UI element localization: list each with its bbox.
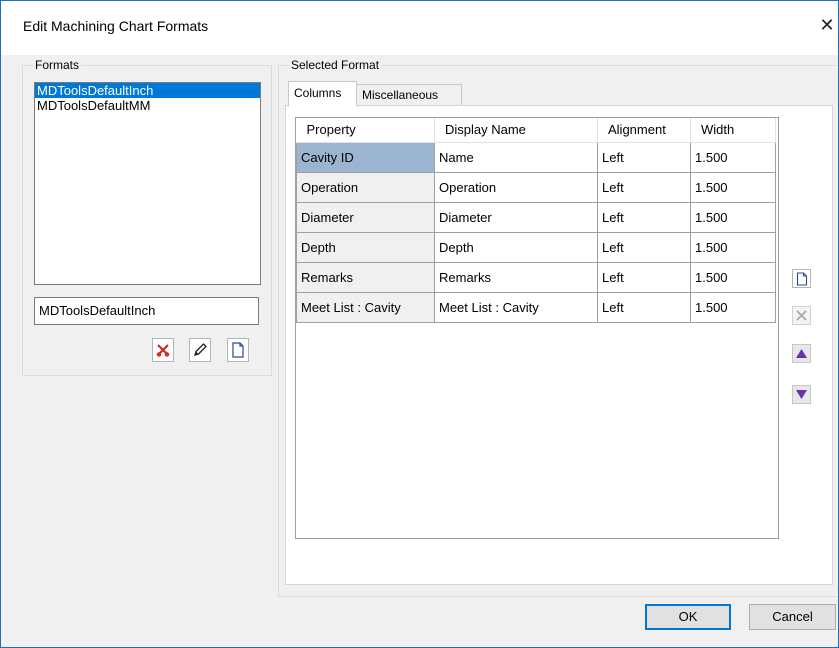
list-item[interactable]: MDToolsDefaultMM xyxy=(35,98,260,113)
edit-pencil-icon xyxy=(194,343,207,356)
ok-button[interactable]: OK xyxy=(645,604,731,630)
cell-property[interactable]: Remarks xyxy=(296,261,435,293)
cancel-button[interactable]: Cancel xyxy=(749,604,836,630)
cell-display-name[interactable]: Depth xyxy=(434,231,598,263)
column-header-display-name[interactable]: Display Name xyxy=(434,118,598,143)
column-header-alignment[interactable]: Alignment xyxy=(597,118,691,143)
move-down-button[interactable] xyxy=(792,385,811,404)
table-row[interactable]: Depth Depth Left 1.500 xyxy=(296,231,776,263)
table-row[interactable]: Diameter Diameter Left 1.500 xyxy=(296,201,776,233)
list-item[interactable]: MDToolsDefaultInch xyxy=(35,83,260,98)
dialog-window: Edit Machining Chart Formats ✕ Formats M… xyxy=(0,0,839,648)
cell-alignment[interactable]: Left xyxy=(597,171,691,203)
table-header-row: Property Display Name Alignment Width xyxy=(296,118,776,143)
cell-width[interactable]: 1.500 xyxy=(690,231,776,263)
cell-alignment[interactable]: Left xyxy=(597,141,691,173)
tab-columns[interactable]: Columns xyxy=(288,81,357,107)
table-row[interactable]: Remarks Remarks Left 1.500 xyxy=(296,261,776,293)
columns-tab-panel: Property Display Name Alignment Width Ca… xyxy=(285,105,833,585)
cell-width[interactable]: 1.500 xyxy=(690,141,776,173)
columns-grid[interactable]: Property Display Name Alignment Width Ca… xyxy=(295,117,779,539)
delete-format-button[interactable] xyxy=(152,338,174,362)
cell-display-name[interactable]: Remarks xyxy=(434,261,598,293)
table-row[interactable]: Cavity ID Name Left 1.500 xyxy=(296,141,776,173)
cell-display-name[interactable]: Diameter xyxy=(434,201,598,233)
cell-property[interactable]: Depth xyxy=(296,231,435,263)
edit-format-button[interactable] xyxy=(189,338,211,362)
cell-property[interactable]: Operation xyxy=(296,171,435,203)
cell-property[interactable]: Cavity ID xyxy=(296,141,435,173)
formats-group-label: Formats xyxy=(33,58,82,72)
cell-alignment[interactable]: Left xyxy=(597,291,691,323)
cell-alignment[interactable]: Left xyxy=(597,261,691,293)
cell-width[interactable]: 1.500 xyxy=(690,291,776,323)
cell-width[interactable]: 1.500 xyxy=(690,171,776,203)
cell-alignment[interactable]: Left xyxy=(597,231,691,263)
title-bar: Edit Machining Chart Formats ✕ xyxy=(1,1,838,55)
cell-width[interactable]: 1.500 xyxy=(690,261,776,293)
tab-miscellaneous[interactable]: Miscellaneous xyxy=(356,84,462,106)
column-header-property[interactable]: Property xyxy=(296,118,435,143)
cell-width[interactable]: 1.500 xyxy=(690,201,776,233)
cell-alignment[interactable]: Left xyxy=(597,201,691,233)
move-up-icon xyxy=(796,349,807,358)
cell-property[interactable]: Diameter xyxy=(296,201,435,233)
table-row[interactable]: Meet List : Cavity Meet List : Cavity Le… xyxy=(296,291,776,323)
add-column-button[interactable] xyxy=(792,269,811,288)
selected-format-group-label: Selected Format xyxy=(289,58,382,72)
new-document-icon xyxy=(232,342,244,358)
table-row[interactable]: Operation Operation Left 1.500 xyxy=(296,171,776,203)
new-document-icon xyxy=(796,271,807,286)
column-header-width[interactable]: Width xyxy=(690,118,776,143)
cell-display-name[interactable]: Meet List : Cavity xyxy=(434,291,598,323)
close-icon[interactable]: ✕ xyxy=(816,11,838,39)
cell-display-name[interactable]: Operation xyxy=(434,171,598,203)
delete-column-button[interactable] xyxy=(792,306,811,325)
cell-property[interactable]: Meet List : Cavity xyxy=(296,291,435,323)
new-format-button[interactable] xyxy=(227,338,249,362)
formats-list[interactable]: MDToolsDefaultInch MDToolsDefaultMM xyxy=(34,82,261,285)
move-up-button[interactable] xyxy=(792,344,811,363)
columns-table: Property Display Name Alignment Width Ca… xyxy=(296,118,776,323)
delete-disabled-icon xyxy=(796,310,807,321)
move-down-icon xyxy=(796,390,807,399)
delete-icon xyxy=(156,344,170,357)
dialog-title: Edit Machining Chart Formats xyxy=(23,18,209,34)
format-name-field[interactable]: MDToolsDefaultInch xyxy=(34,297,259,325)
cell-display-name[interactable]: Name xyxy=(434,141,598,173)
